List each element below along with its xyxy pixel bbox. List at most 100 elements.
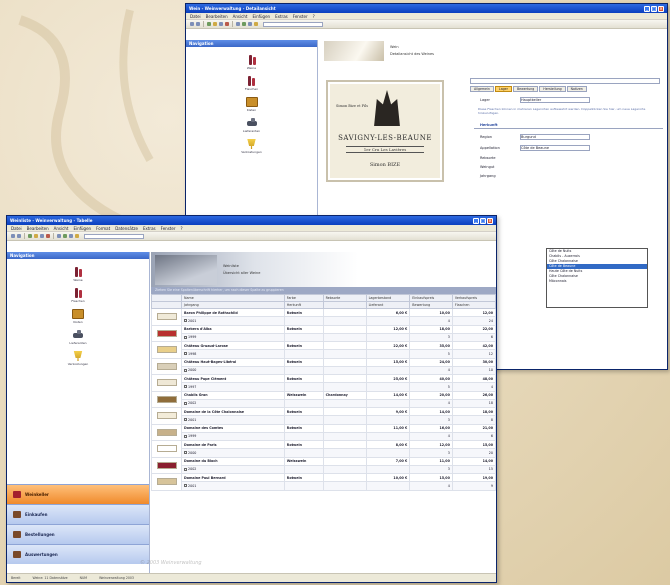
supplier-cell[interactable] bbox=[365, 415, 411, 425]
sell-price-cell[interactable]: 21,00 bbox=[451, 423, 496, 433]
column-header[interactable]: Lagerbestand bbox=[365, 294, 411, 302]
vintage-cell[interactable]: 2000 bbox=[181, 448, 285, 458]
row-checkbox[interactable] bbox=[184, 335, 187, 339]
origin-cell[interactable] bbox=[283, 481, 324, 491]
table-row[interactable]: Château Pape Clément Rotwein 25,00 €40,00 4… bbox=[151, 373, 496, 392]
save-icon[interactable] bbox=[40, 234, 44, 238]
row-checkbox[interactable] bbox=[184, 451, 187, 455]
wine-name-cell[interactable]: Baron Philippe de Rothschild bbox=[181, 307, 285, 318]
column-subheader[interactable]: Lieferant bbox=[365, 301, 411, 309]
nav-tab-weinkeller[interactable]: Weinkeller bbox=[7, 484, 149, 504]
new-icon[interactable] bbox=[28, 234, 32, 238]
sell-price-cell[interactable]: 48,00 bbox=[451, 373, 496, 384]
nav-item-weine[interactable]: Weine bbox=[246, 55, 258, 70]
table-row[interactable]: Domaine de la Côte Chalonnaise Rotwein 9,0… bbox=[151, 406, 496, 425]
bottles-cell[interactable]: 24 bbox=[451, 316, 496, 326]
supplier-cell[interactable] bbox=[365, 332, 411, 343]
origin-cell[interactable] bbox=[283, 415, 324, 425]
menu-item[interactable]: ? bbox=[180, 226, 182, 231]
supplier-cell[interactable] bbox=[365, 448, 411, 458]
vintage-cell[interactable]: 2001 bbox=[181, 316, 285, 326]
menu-item[interactable]: Extras bbox=[275, 14, 288, 19]
table-row[interactable]: Domaine du Bloch Weisswein 7,00 €11,00 14,0… bbox=[151, 456, 496, 474]
minimize-button[interactable]: _ bbox=[473, 217, 479, 224]
nav-item-kisten[interactable]: Kisten bbox=[245, 97, 258, 112]
table-row[interactable]: Château Gruaud-Larose Rotwein 22,00 €35,00… bbox=[151, 340, 496, 359]
supplier-cell[interactable] bbox=[365, 431, 411, 442]
table-row-detail[interactable]: 1999 4 6 bbox=[152, 431, 496, 442]
close-button[interactable]: × bbox=[487, 217, 493, 224]
column-subheader[interactable]: Jahrgang bbox=[181, 301, 285, 309]
list-window-titlebar[interactable]: Weinliste - Weinverwaltung - Tabelle _ □… bbox=[7, 216, 496, 225]
table-row[interactable]: Barbera d'Alba Rotwein 12,00 €18,00 22,00 bbox=[151, 324, 496, 342]
tab-bewertung[interactable]: Bewertung bbox=[512, 86, 539, 92]
grape-cell[interactable] bbox=[322, 357, 367, 367]
nav-item-flaschen[interactable]: Flaschen bbox=[71, 288, 85, 303]
sell-price-cell[interactable]: 12,00 bbox=[451, 307, 496, 318]
wine-name-cell[interactable]: Château Pape Clément bbox=[181, 373, 285, 384]
column-header[interactable]: Verkaufspreis bbox=[451, 294, 496, 302]
stock-cell[interactable]: 25,00 € bbox=[365, 373, 411, 384]
find-icon[interactable] bbox=[75, 234, 79, 238]
vintage-cell[interactable]: 1999 bbox=[181, 431, 285, 442]
table-row[interactable]: Baron Philippe de Rothschild Rotwein 6,00 … bbox=[151, 307, 496, 326]
wine-name-cell[interactable]: Domaine de Paris bbox=[181, 439, 285, 450]
buy-price-cell[interactable]: 20,00 bbox=[409, 390, 453, 400]
nav-item-verkostungen[interactable]: Verkostungen bbox=[68, 351, 88, 366]
bottles-cell[interactable]: 10 bbox=[451, 365, 496, 376]
column-subheader[interactable]: Herkunft bbox=[283, 301, 324, 309]
origin-cell[interactable] bbox=[283, 382, 324, 392]
rating-cell[interactable]: 5 bbox=[409, 349, 453, 359]
origin-cell[interactable] bbox=[283, 365, 324, 376]
sell-price-cell[interactable]: 30,00 bbox=[451, 357, 496, 367]
wine-name-cell[interactable]: Château Haut-Bages-Libéral bbox=[181, 357, 285, 367]
menu-item[interactable]: Extras bbox=[143, 226, 156, 231]
row-checkbox[interactable] bbox=[184, 385, 187, 389]
save-icon[interactable] bbox=[219, 22, 223, 26]
nav-item-verkostungen[interactable]: Verkostungen bbox=[241, 139, 262, 154]
stock-cell[interactable]: 9,00 € bbox=[365, 406, 411, 417]
table-row-detail[interactable]: 2002 4 18 bbox=[152, 398, 496, 409]
sell-price-cell[interactable]: 19,00 bbox=[451, 472, 496, 483]
rating-cell[interactable]: 3 bbox=[409, 448, 453, 458]
origin-cell[interactable] bbox=[283, 431, 324, 442]
table-row-detail[interactable]: 1998 5 12 bbox=[152, 349, 496, 359]
forward-icon[interactable] bbox=[17, 234, 21, 238]
wine-name-cell[interactable]: Domaine des Comtes bbox=[181, 423, 285, 433]
grape-cell[interactable]: Chardonnay bbox=[322, 390, 367, 400]
nav-item-lieferanten[interactable]: Lieferanten bbox=[69, 330, 87, 345]
list-window[interactable]: Weinliste - Weinverwaltung - Tabelle _ □… bbox=[6, 215, 497, 583]
bottles-cell[interactable]: 18 bbox=[451, 398, 496, 409]
rating-cell[interactable]: 4 bbox=[409, 431, 453, 442]
color-cell[interactable]: Weisswein bbox=[283, 390, 324, 400]
column-header[interactable]: Rebsorte bbox=[322, 294, 367, 302]
menu-item[interactable]: Ansicht bbox=[54, 226, 69, 231]
menu-item[interactable]: Format bbox=[96, 226, 110, 231]
color-cell[interactable]: Rotwein bbox=[283, 357, 324, 367]
toolbar-search-input[interactable] bbox=[263, 21, 323, 27]
stock-cell[interactable]: 12,00 € bbox=[365, 324, 411, 334]
nav-tab-einkaufen[interactable]: Einkaufen bbox=[7, 504, 149, 524]
table-row-detail[interactable]: 1997 5 4 bbox=[152, 382, 496, 392]
open-icon[interactable] bbox=[213, 22, 217, 26]
sort-icon[interactable] bbox=[69, 234, 73, 238]
tab-lager[interactable]: Lager bbox=[494, 86, 512, 92]
sell-price-cell[interactable]: 18,00 bbox=[451, 406, 496, 417]
supplier-cell[interactable] bbox=[365, 382, 411, 392]
sort-icon[interactable] bbox=[248, 22, 252, 26]
rating-cell[interactable]: 4 bbox=[409, 481, 453, 491]
row-checkbox[interactable] bbox=[184, 467, 187, 471]
origin-cell[interactable] bbox=[283, 332, 324, 343]
rating-cell[interactable]: 3 bbox=[409, 332, 453, 343]
column-subheader[interactable] bbox=[151, 301, 182, 309]
menu-item[interactable]: ? bbox=[313, 14, 315, 19]
row-checkbox[interactable] bbox=[184, 319, 187, 323]
sell-price-cell[interactable]: 42,00 bbox=[451, 340, 496, 351]
new-icon[interactable] bbox=[207, 22, 211, 26]
wine-name-field[interactable] bbox=[470, 78, 660, 84]
origin-cell[interactable] bbox=[283, 464, 324, 475]
column-subheader[interactable] bbox=[322, 301, 367, 309]
buy-price-cell[interactable]: 35,00 bbox=[409, 340, 453, 351]
buy-price-cell[interactable]: 40,00 bbox=[409, 373, 453, 384]
grape-cell[interactable] bbox=[322, 456, 367, 466]
